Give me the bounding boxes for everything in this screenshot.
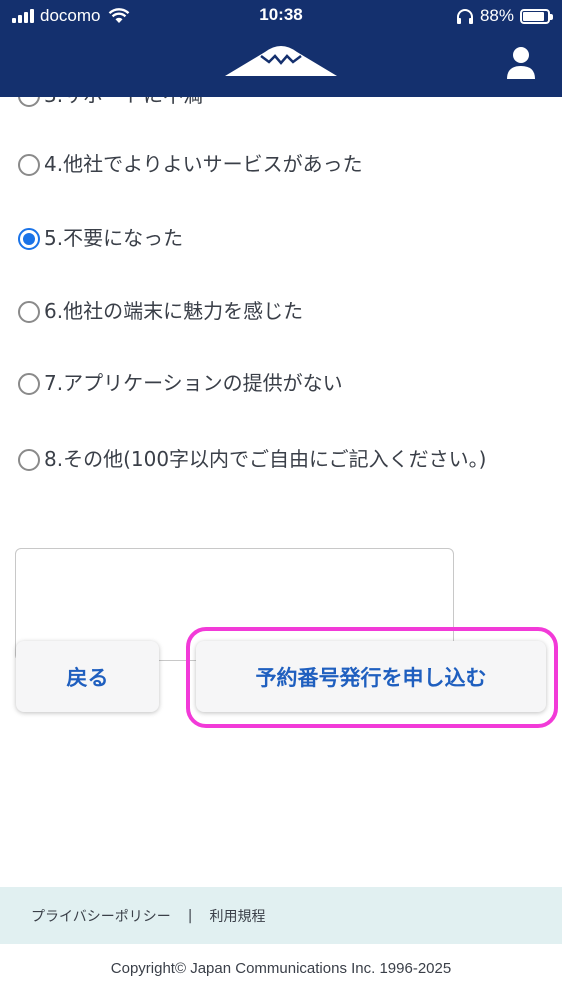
radio-option-7[interactable]: 7.アプリケーションの提供がない: [18, 367, 514, 400]
radio-button[interactable]: [18, 449, 40, 471]
footer-links: プライバシーポリシー | 利用規程: [0, 887, 562, 944]
battery-icon: [520, 8, 553, 24]
status-right: 88%: [456, 6, 553, 26]
privacy-policy-link[interactable]: プライバシーポリシー: [31, 906, 171, 926]
copyright-text: Copyright© Japan Communications Inc. 199…: [110, 960, 452, 977]
option-label: 3.サポートに不満: [44, 97, 514, 112]
radio-button[interactable]: [18, 154, 40, 176]
apply-reservation-number-button[interactable]: 予約番号発行を申し込む: [196, 641, 546, 712]
app-header: docomo 10:38 88%: [0, 0, 562, 97]
radio-option-4[interactable]: 4.他社でよりよいサービスがあった: [18, 148, 514, 181]
radio-button[interactable]: [18, 301, 40, 323]
radio-option-3[interactable]: 3.サポートに不満: [18, 97, 514, 112]
radio-option-5[interactable]: 5.不要になった: [18, 222, 514, 255]
status-bar: docomo 10:38 88%: [0, 0, 562, 34]
option-label: 8.その他(100字以内でご自由にご記入ください。): [44, 447, 487, 471]
radio-option-6[interactable]: 6.他社の端末に魅力を感じた: [18, 295, 514, 328]
footer-separator: |: [187, 907, 193, 924]
radio-button[interactable]: [18, 97, 40, 107]
back-button[interactable]: 戻る: [16, 641, 159, 712]
radio-button[interactable]: [18, 373, 40, 395]
form-content: 3.サポートに不満 4.他社でよりよいサービスがあった 5.不要になった 6.他…: [0, 97, 562, 887]
mount-fuji-logo[interactable]: [225, 44, 337, 78]
radio-option-8[interactable]: 8.その他(100字以内でご自由にご記入ください。): [18, 443, 514, 476]
battery-percent: 88%: [479, 6, 514, 25]
option-label: 4.他社でよりよいサービスがあった: [44, 152, 363, 176]
option-label: 5.不要になった: [44, 226, 184, 250]
option-label: 7.アプリケーションの提供がない: [44, 371, 343, 395]
radio-button-selected[interactable]: [18, 228, 40, 250]
terms-link[interactable]: 利用規程: [209, 906, 265, 926]
headphones-icon: [456, 9, 473, 24]
option-label: 6.他社の端末に魅力を感じた: [44, 299, 304, 323]
user-icon[interactable]: [506, 46, 536, 80]
battery-level: [523, 11, 545, 21]
